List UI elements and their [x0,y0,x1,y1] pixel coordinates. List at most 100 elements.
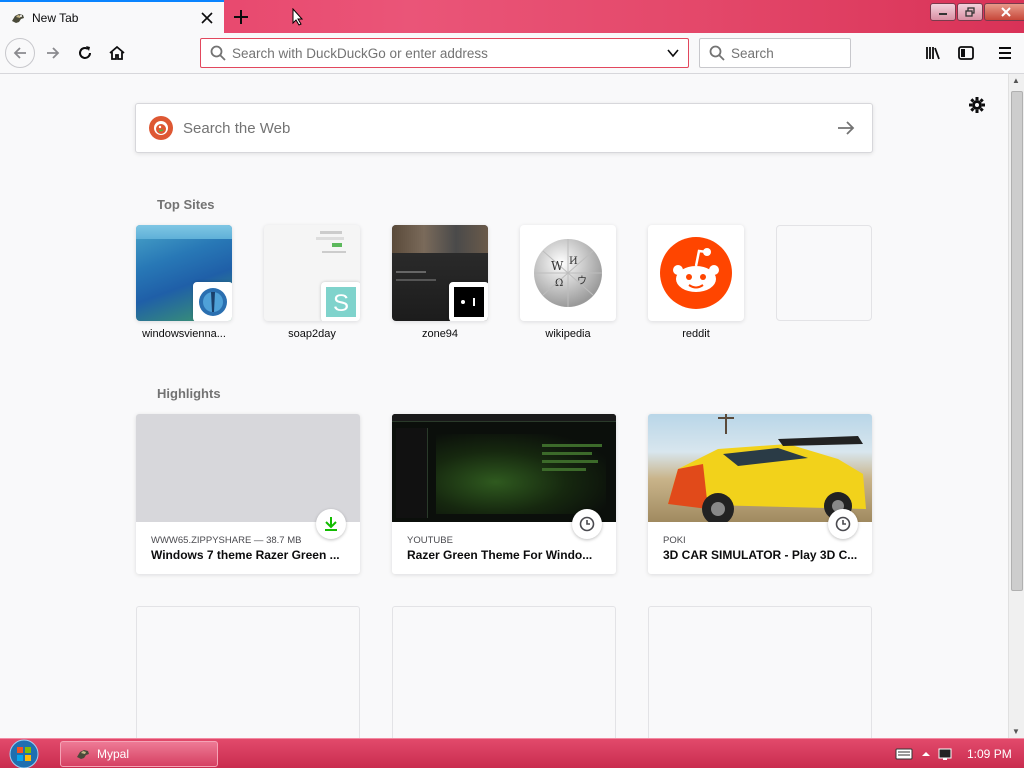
keyboard-icon[interactable] [895,747,913,761]
highlight-title: Razer Green Theme For Windo... [407,548,593,562]
web-search-submit-button[interactable] [826,108,866,148]
menu-icon [999,47,1011,59]
new-tab-button[interactable] [228,4,254,30]
title-bar: New Tab [0,0,1024,33]
top-site-windowsvienna[interactable]: windowsvienna... [136,225,232,340]
tab-title: New Tab [32,10,79,25]
vertical-scrollbar[interactable]: ▲ ▼ [1008,74,1024,738]
restore-button[interactable] [957,3,983,21]
top-site-label: windowsvienna... [142,328,226,340]
top-site-wikipedia[interactable]: W И Ω ウ wikipedia [520,225,616,340]
svg-text:И: И [569,256,578,267]
taskbar-item-label: Mypal [97,747,130,761]
library-button[interactable] [919,38,949,68]
back-button[interactable] [5,38,35,68]
search-input[interactable] [731,45,850,61]
top-site-thumbnail[interactable]: S [264,225,360,321]
highlight-thumbnail [648,414,872,522]
svg-text:ウ: ウ [577,275,587,287]
web-search-box[interactable] [135,103,873,153]
forward-arrow-icon [47,47,60,59]
url-bar[interactable] [200,38,689,68]
wikipedia-globe-icon: W И Ω ウ [534,239,602,307]
highlights-heading: Highlights [157,386,221,401]
forward-button[interactable] [38,38,68,68]
window-controls [929,3,1024,21]
top-site-label: wikipedia [545,328,591,340]
top-site-placeholder[interactable] [776,225,872,321]
minimize-button[interactable] [930,3,956,21]
top-sites-heading: Top Sites [157,197,215,212]
soap2day-favicon-icon: S [321,282,360,321]
reload-button[interactable] [70,38,100,68]
highlight-card[interactable]: WWW65.ZIPPYSHARE — 38.7 MB Windows 7 the… [136,414,360,574]
windowsvienna-favicon-icon [193,282,232,321]
firefox-dino-icon [10,10,26,26]
scroll-up-arrow-icon[interactable]: ▲ [1012,76,1020,85]
zone94-favicon-icon [449,282,488,321]
network-icon[interactable] [937,746,953,762]
gear-icon [969,97,985,113]
highlight-thumbnail [392,414,616,522]
windows-start-icon [9,739,39,768]
close-icon [201,11,213,24]
top-site-thumbnail[interactable] [392,225,488,321]
menu-button[interactable] [990,38,1020,68]
top-site-reddit[interactable]: reddit [648,225,744,340]
library-icon [926,47,940,60]
url-input[interactable] [232,45,666,61]
svg-text:Ω: Ω [555,278,563,289]
web-search-input[interactable] [183,119,826,137]
search-icon [709,45,725,61]
top-site-label: zone94 [421,328,459,340]
clock-icon [828,509,858,539]
navigation-toolbar [0,33,1024,74]
scroll-down-arrow-icon[interactable]: ▼ [1012,727,1020,736]
top-site-thumbnail[interactable]: W И Ω ウ [520,225,616,321]
start-button[interactable] [6,739,42,768]
close-icon [1001,7,1011,17]
top-site-thumbnail[interactable] [648,225,744,321]
top-site-label: soap2day [288,328,336,340]
search-icon [210,45,226,61]
plus-icon [234,10,248,24]
sidebar-button[interactable] [951,38,981,68]
scrollbar-thumb[interactable] [1011,91,1023,591]
tab-close-button[interactable] [196,7,218,29]
svg-text:W: W [551,259,564,273]
mouse-cursor-icon [292,8,304,26]
taskbar-item-mypal[interactable]: Mypal [60,741,218,767]
highlight-title: Windows 7 theme Razer Green ... [151,548,340,562]
home-icon [109,45,125,60]
top-site-thumbnail[interactable] [136,225,232,321]
settings-button[interactable] [966,94,988,116]
tab-new-tab[interactable]: New Tab [0,0,224,33]
search-bar[interactable] [699,38,851,68]
top-site-label: reddit [682,328,710,340]
top-site-soap2day[interactable]: S soap2day [264,225,360,340]
back-arrow-icon [13,47,26,59]
reload-icon [79,46,91,59]
top-site-empty-slot[interactable] [776,225,872,328]
highlight-source: WWW65.ZIPPYSHARE — 38.7 MB [151,535,302,546]
tray-expand-icon[interactable] [921,749,931,759]
highlight-placeholder [392,606,616,738]
taskbar-clock[interactable]: 1:09 PM [967,747,1012,761]
highlight-title: 3D CAR SIMULATOR - Play 3D C... [663,548,858,562]
svg-text:S: S [333,290,349,317]
new-tab-page: Top Sites windowsvienna... S soap2day [0,74,1008,738]
download-icon [316,509,346,539]
highlight-source: YOUTUBE [407,535,453,546]
highlight-placeholder [136,606,360,738]
highlight-card[interactable]: YOUTUBE Razer Green Theme For Windo... [392,414,616,574]
sidebar-icon [958,46,974,60]
firefox-dino-icon [77,750,89,759]
top-site-zone94[interactable]: zone94 [392,225,488,340]
highlight-card[interactable]: POKI 3D CAR SIMULATOR - Play 3D C... [648,414,872,574]
highlight-thumbnail [136,414,360,522]
highlight-source: POKI [663,535,686,546]
home-button[interactable] [102,38,132,68]
window-close-button[interactable] [984,3,1024,21]
chevron-down-icon[interactable] [666,46,680,60]
clock-icon [572,509,602,539]
